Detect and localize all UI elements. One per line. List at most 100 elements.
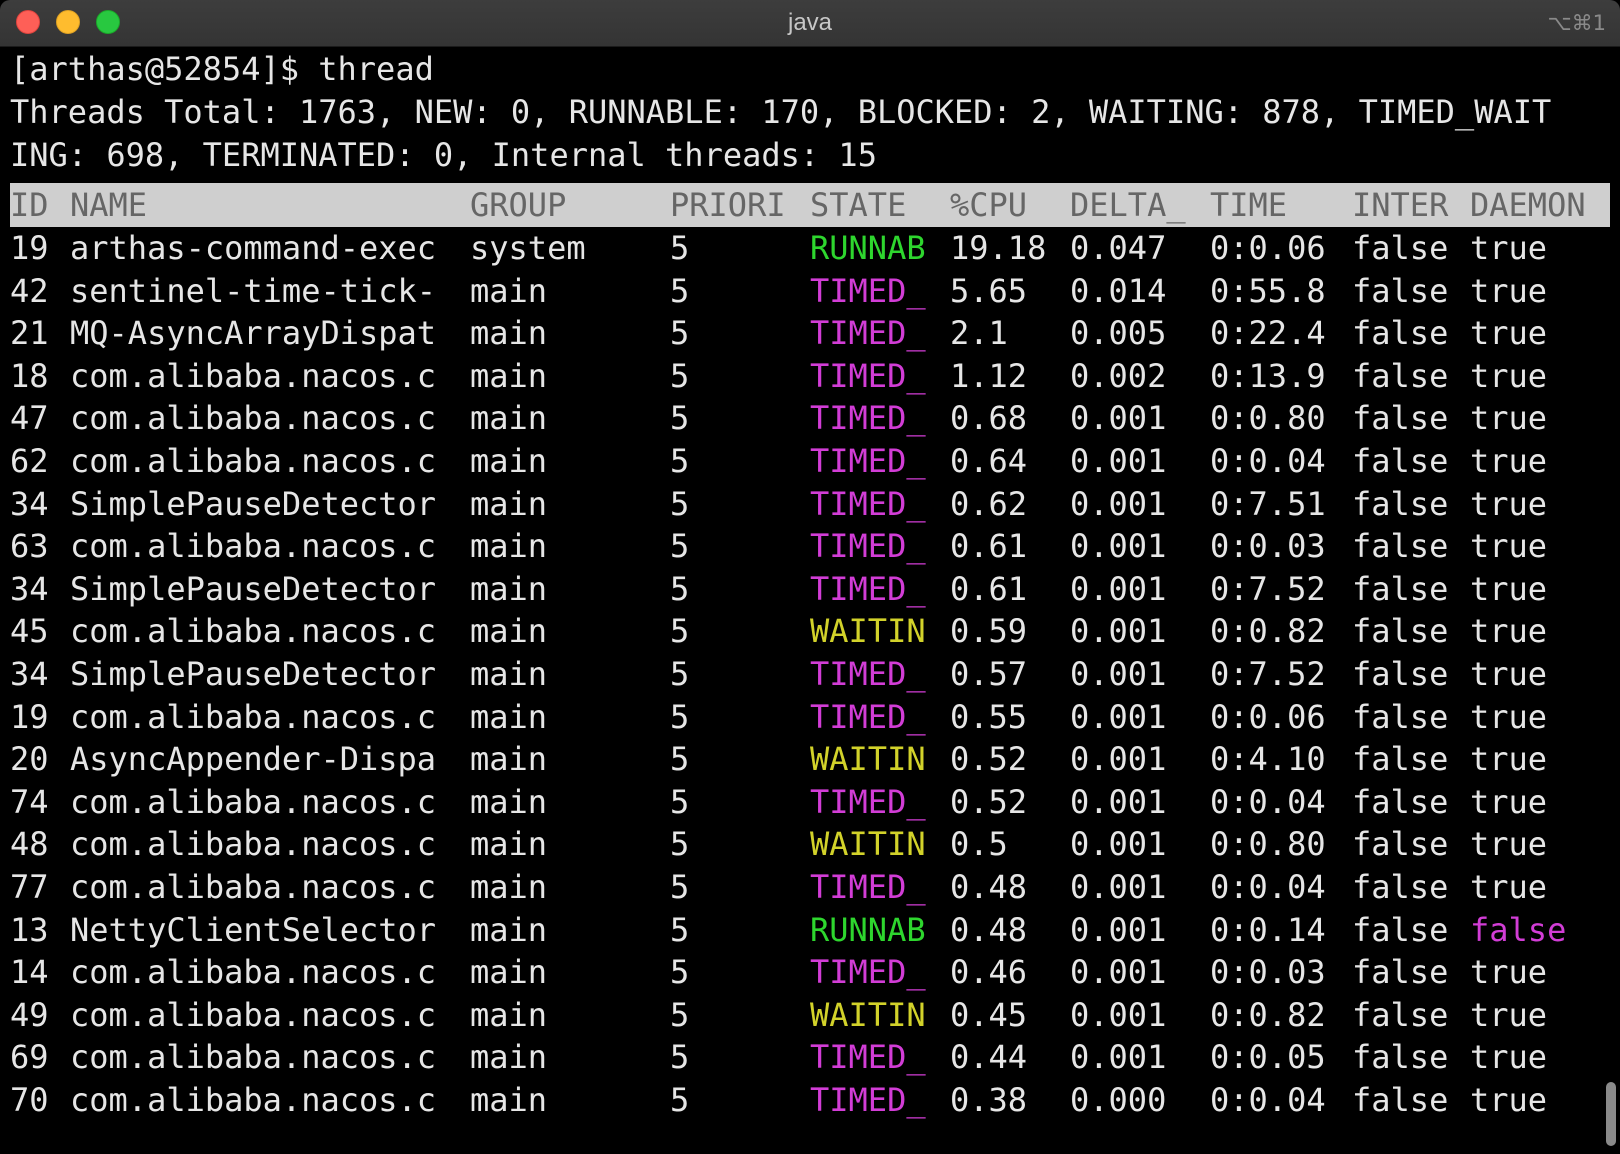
table-row: 18 com.alibaba.nacos.c main 5 TIMED_ 1.12 0.00… — [0, 354, 1620, 398]
table-row: 21 MQ-AsyncArrayDispat main 5 TIMED_ 2.1 0.005… — [0, 311, 1620, 355]
cell-group: main — [470, 442, 548, 480]
terminal-content[interactable]: [arthas@52854]$ thread Threads Total: 17… — [0, 47, 1620, 1154]
cell-group: main — [470, 1081, 548, 1119]
cell-delta: 0.001 — [1070, 995, 1167, 1034]
cell-delta: 0.001 — [1070, 868, 1167, 906]
cell-group: main — [470, 782, 548, 821]
cell-daemon: true — [1470, 740, 1548, 779]
cell-state: TIMED_ — [810, 782, 926, 821]
cell-id: 62 — [10, 442, 49, 480]
cell-group: main — [470, 356, 548, 395]
header-time: TIME — [1210, 186, 1288, 224]
header-cpu: %CPU — [950, 186, 1028, 224]
cell-state: TIMED_ — [810, 442, 926, 480]
cell-name: sentinel-time-tick- — [70, 271, 437, 310]
cell-delta: 0.001 — [1070, 953, 1167, 992]
cell-cpu: 0.62 — [950, 484, 1028, 523]
cell-group: main — [470, 399, 548, 438]
cell-daemon: true — [1470, 953, 1548, 992]
cell-state: WAITIN — [810, 612, 926, 651]
cell-group: main — [470, 1038, 548, 1077]
cell-interrupted: false — [1352, 910, 1449, 949]
cell-name: com.alibaba.nacos.c — [70, 612, 437, 651]
cell-id: 21 — [10, 314, 49, 353]
prompt-line: [arthas@52854]$ thread — [10, 50, 434, 88]
cell-name: com.alibaba.nacos.c — [70, 782, 437, 821]
cell-state: TIMED_ — [810, 953, 926, 992]
cell-daemon: true — [1470, 655, 1548, 693]
cell-delta: 0.047 — [1070, 229, 1167, 267]
cell-interrupted: false — [1352, 527, 1449, 566]
cell-delta: 0.001 — [1070, 782, 1167, 821]
cell-state: TIMED_ — [810, 1081, 926, 1119]
cell-delta: 0.001 — [1070, 527, 1167, 566]
cell-cpu: 0.38 — [950, 1081, 1028, 1119]
summary-line-continued: ING: 698, TERMINATED: 0, Internal thread… — [10, 136, 877, 174]
cell-group: main — [470, 655, 548, 693]
cell-group: main — [470, 314, 548, 353]
cell-id: 34 — [10, 655, 49, 693]
cell-id: 19 — [10, 229, 49, 267]
cell-priority: 5 — [670, 314, 690, 353]
table-row: 49 com.alibaba.nacos.c main 5 WAITIN 0.45 0.00… — [0, 993, 1620, 1037]
table-row: 69 com.alibaba.nacos.c main 5 TIMED_ 0.44 0.00… — [0, 1035, 1620, 1079]
cell-state: RUNNAB — [810, 910, 926, 949]
cell-interrupted: false — [1352, 399, 1449, 438]
cell-time: 0:7.51 — [1210, 484, 1326, 523]
cell-daemon: true — [1470, 825, 1548, 864]
cell-id: 74 — [10, 782, 49, 821]
cell-daemon: false — [1470, 910, 1567, 949]
cell-name: AsyncAppender-Dispa — [70, 740, 437, 779]
cell-name: MQ-AsyncArrayDispat — [70, 314, 437, 353]
cell-state: WAITIN — [810, 740, 926, 779]
cell-id: 34 — [10, 484, 49, 523]
cell-daemon: true — [1470, 484, 1548, 523]
cell-name: com.alibaba.nacos.c — [70, 953, 437, 992]
cell-time: 0:0.14 — [1210, 910, 1326, 949]
table-row: 19 arthas-command-exec system 5 RUNNAB 19.18 0… — [0, 226, 1620, 270]
cell-state: WAITIN — [810, 825, 926, 864]
cell-state: TIMED_ — [810, 271, 926, 310]
cell-interrupted: false — [1352, 612, 1449, 651]
cell-state: TIMED_ — [810, 484, 926, 523]
cell-cpu: 0.52 — [950, 740, 1028, 779]
cell-cpu: 2.1 — [950, 314, 1008, 353]
cell-time: 0:22.4 — [1210, 314, 1326, 353]
title-bar[interactable]: java ⌥⌘1 — [0, 0, 1620, 47]
cell-delta: 0.001 — [1070, 1038, 1167, 1077]
cell-delta: 0.001 — [1070, 655, 1167, 693]
table-header: ID NAME GROUP PRIORI STATE %CPU DELTA_ T… — [10, 183, 1610, 227]
cell-daemon: true — [1470, 399, 1548, 438]
cell-id: 13 — [10, 910, 49, 949]
cell-time: 0:0.04 — [1210, 1081, 1326, 1119]
cell-time: 0:0.80 — [1210, 399, 1326, 438]
cell-id: 70 — [10, 1081, 49, 1119]
cell-priority: 5 — [670, 910, 690, 949]
cell-id: 63 — [10, 527, 49, 566]
summary-line: Threads Total: 1763, NEW: 0, RUNNABLE: 1… — [10, 93, 1552, 131]
cell-time: 0:0.82 — [1210, 995, 1326, 1034]
cell-name: SimplePauseDetector — [70, 484, 437, 523]
cell-state: TIMED_ — [810, 399, 926, 438]
cell-id: 34 — [10, 569, 49, 608]
cell-priority: 5 — [670, 825, 690, 864]
cell-id: 47 — [10, 399, 49, 438]
cell-cpu: 0.55 — [950, 697, 1028, 736]
cell-daemon: true — [1470, 527, 1548, 566]
cell-time: 0:0.06 — [1210, 697, 1326, 736]
cell-id: 49 — [10, 995, 49, 1034]
cell-cpu: 0.48 — [950, 910, 1028, 949]
cell-daemon: true — [1470, 229, 1548, 267]
cell-priority: 5 — [670, 527, 690, 566]
cell-interrupted: false — [1352, 868, 1449, 906]
cell-delta: 0.005 — [1070, 314, 1167, 353]
table-row: 42 sentinel-time-tick-main 5 TIMED_ 5.65 0.01… — [0, 269, 1620, 313]
cell-cpu: 0.61 — [950, 527, 1028, 566]
vertical-scrollbar[interactable] — [1606, 1082, 1616, 1146]
cell-name: com.alibaba.nacos.c — [70, 868, 437, 906]
cell-group: main — [470, 527, 548, 566]
cell-cpu: 0.59 — [950, 612, 1028, 651]
cell-priority: 5 — [670, 229, 690, 267]
cell-time: 0:0.06 — [1210, 229, 1326, 267]
cell-interrupted: false — [1352, 229, 1449, 267]
